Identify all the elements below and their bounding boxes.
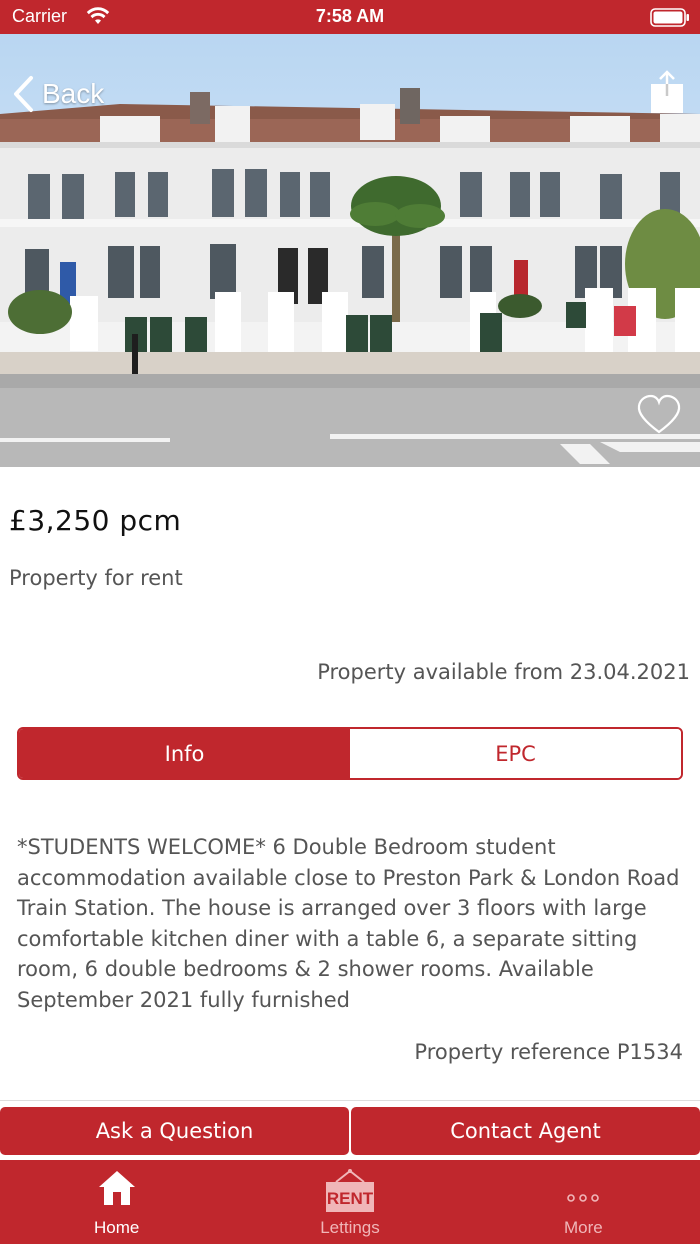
rent-sign-text: RENT (327, 1189, 374, 1208)
status-bar: Carrier 7:58 AM (0, 0, 700, 34)
tab-home-label: Home (93, 1218, 140, 1237)
rent-sign-icon: RENT (325, 1169, 374, 1212)
bottom-tab-bar: Home RENT Lettings More (0, 1160, 700, 1244)
ask-question-button[interactable]: Ask a Question (0, 1107, 349, 1155)
tab-lettings[interactable]: RENT Lettings (233, 1160, 466, 1244)
info-epc-segmented-control: Info EPC (17, 727, 683, 780)
tab-epc[interactable]: EPC (350, 729, 681, 778)
tab-lettings-label: Lettings (320, 1218, 380, 1237)
divider (0, 1100, 700, 1101)
tab-info[interactable]: Info (19, 729, 350, 778)
house-icon (98, 1171, 135, 1205)
clock-time: 7:58 AM (315, 6, 385, 26)
heart-icon[interactable] (636, 394, 682, 436)
tab-more[interactable]: More (467, 1160, 700, 1244)
contact-agent-button[interactable]: Contact Agent (351, 1107, 700, 1155)
property-reference: Property reference P1534 (414, 1040, 683, 1064)
battery-icon (650, 8, 689, 27)
listing-type: Property for rent (9, 566, 183, 590)
back-button[interactable]: Back (12, 74, 104, 114)
share-icon[interactable] (650, 70, 684, 114)
property-image (0, 34, 700, 467)
chevron-left-icon (14, 76, 33, 112)
action-bar: Ask a Question Contact Agent (0, 1107, 700, 1155)
property-description: *STUDENTS WELCOME* 6 Double Bedroom stud… (17, 835, 680, 1012)
availability-date: Property available from 23.04.2021 (317, 660, 690, 684)
tab-more-label: More (563, 1218, 603, 1237)
back-label: Back (42, 78, 105, 109)
listing-price: £3,250 pcm (9, 504, 182, 537)
ellipsis-icon (567, 1194, 600, 1202)
tab-home[interactable]: Home (0, 1160, 233, 1244)
property-photo[interactable]: Back (0, 34, 700, 467)
